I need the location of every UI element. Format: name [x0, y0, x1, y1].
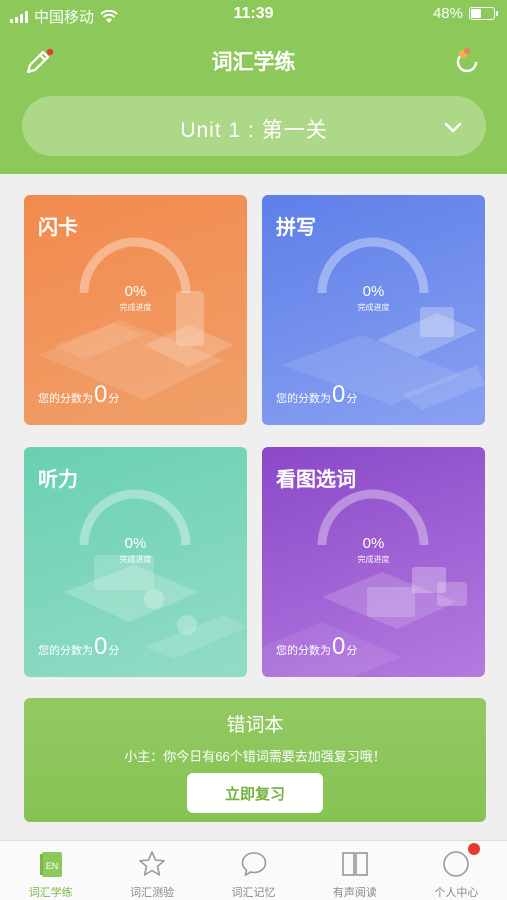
- tab-label: 词汇测验: [130, 887, 175, 899]
- score-unit: 分: [108, 393, 120, 405]
- en-book-icon: EN: [39, 852, 62, 877]
- tab-vocab-test[interactable]: 词汇测验: [101, 841, 202, 900]
- battery-icon: [469, 7, 498, 20]
- notification-badge: [467, 843, 480, 855]
- tab-audio-reading[interactable]: 有声阅读: [304, 841, 405, 900]
- page-title: 词汇学练: [211, 51, 296, 74]
- score-value: 0: [332, 633, 346, 660]
- unit-selector[interactable]: Unit 1 : 第一关: [22, 96, 486, 156]
- score-prefix: 您的分数为: [276, 645, 331, 657]
- score-text: 您的分数为 0 分: [38, 381, 120, 408]
- review-now-button[interactable]: 立即复习: [187, 773, 323, 813]
- score-unit: 分: [346, 393, 358, 405]
- card-title: 闪卡: [38, 217, 78, 239]
- header: 中国移动 11:39 48% 词汇学练 Unit 1 : 第一关: [0, 0, 507, 174]
- status-bar: 中国移动 11:39 48%: [0, 0, 507, 30]
- star-icon: [139, 851, 165, 876]
- picture-choice-card[interactable]: 看图选词 0% 完成进度 您的分数为 0 分: [262, 447, 485, 677]
- svg-text:EN: EN: [45, 861, 58, 871]
- flashcard-card[interactable]: 闪卡 0% 完成进度 您的分数为 0 分: [24, 195, 247, 425]
- tab-vocab-memory[interactable]: 词汇记忆: [203, 841, 304, 900]
- progress-percent: 0%: [124, 535, 147, 552]
- tab-label: 个人中心: [434, 887, 479, 899]
- mistake-book-title: 错词本: [226, 715, 284, 736]
- score-value: 0: [332, 381, 346, 408]
- status-time: 11:39: [233, 5, 274, 22]
- progress-label: 完成进度: [357, 555, 390, 564]
- mistake-book-panel: 错词本 小主：你今日有66个错词需要去加强复习哦！ 立即复习: [24, 698, 486, 822]
- tab-label: 词汇学练: [28, 887, 73, 899]
- tab-label: 有声阅读: [332, 887, 377, 899]
- score-text: 您的分数为 0 分: [276, 381, 358, 408]
- score-unit: 分: [346, 645, 358, 657]
- tab-bar: EN 词汇学练 词汇测验 词汇记忆 有声阅读 个人中心: [0, 840, 507, 900]
- progress-label: 完成进度: [357, 303, 390, 312]
- unit-selector-label: Unit 1 : 第一关: [180, 119, 328, 142]
- chat-bubble-icon: [241, 852, 266, 877]
- card-title: 听力: [38, 469, 78, 491]
- score-text: 您的分数为 0 分: [38, 633, 120, 660]
- book-icon: [342, 852, 368, 876]
- title-bar: 词汇学练: [0, 38, 507, 82]
- battery-percent: 48%: [432, 5, 463, 22]
- card-title: 拼写: [276, 217, 316, 239]
- tab-profile[interactable]: 个人中心: [406, 841, 507, 900]
- progress-percent: 0%: [124, 283, 147, 300]
- spelling-card[interactable]: 拼写 0% 完成进度 您的分数为 0 分: [262, 195, 485, 425]
- tab-label: 词汇记忆: [231, 887, 276, 899]
- battery-info: 48%: [432, 5, 498, 22]
- score-unit: 分: [108, 645, 120, 657]
- card-title: 看图选词: [276, 469, 356, 491]
- mistake-book-message: 小主：你今日有66个错词需要去加强复习哦！: [124, 749, 386, 764]
- progress-label: 完成进度: [119, 303, 152, 312]
- progress-percent: 0%: [362, 283, 385, 300]
- refresh-icon[interactable]: [449, 44, 485, 80]
- score-prefix: 您的分数为: [276, 393, 331, 405]
- user-circle-icon: [443, 851, 470, 877]
- score-text: 您的分数为 0 分: [276, 633, 358, 660]
- tab-vocab-practice[interactable]: EN 词汇学练: [0, 841, 101, 900]
- score-prefix: 您的分数为: [38, 393, 93, 405]
- progress-percent: 0%: [362, 535, 385, 552]
- score-value: 0: [94, 633, 108, 660]
- score-prefix: 您的分数为: [38, 645, 93, 657]
- chevron-down-icon: [444, 122, 462, 133]
- score-value: 0: [94, 381, 108, 408]
- listening-card[interactable]: 听力 0% 完成进度 您的分数为 0 分: [24, 447, 247, 677]
- progress-label: 完成进度: [119, 555, 152, 564]
